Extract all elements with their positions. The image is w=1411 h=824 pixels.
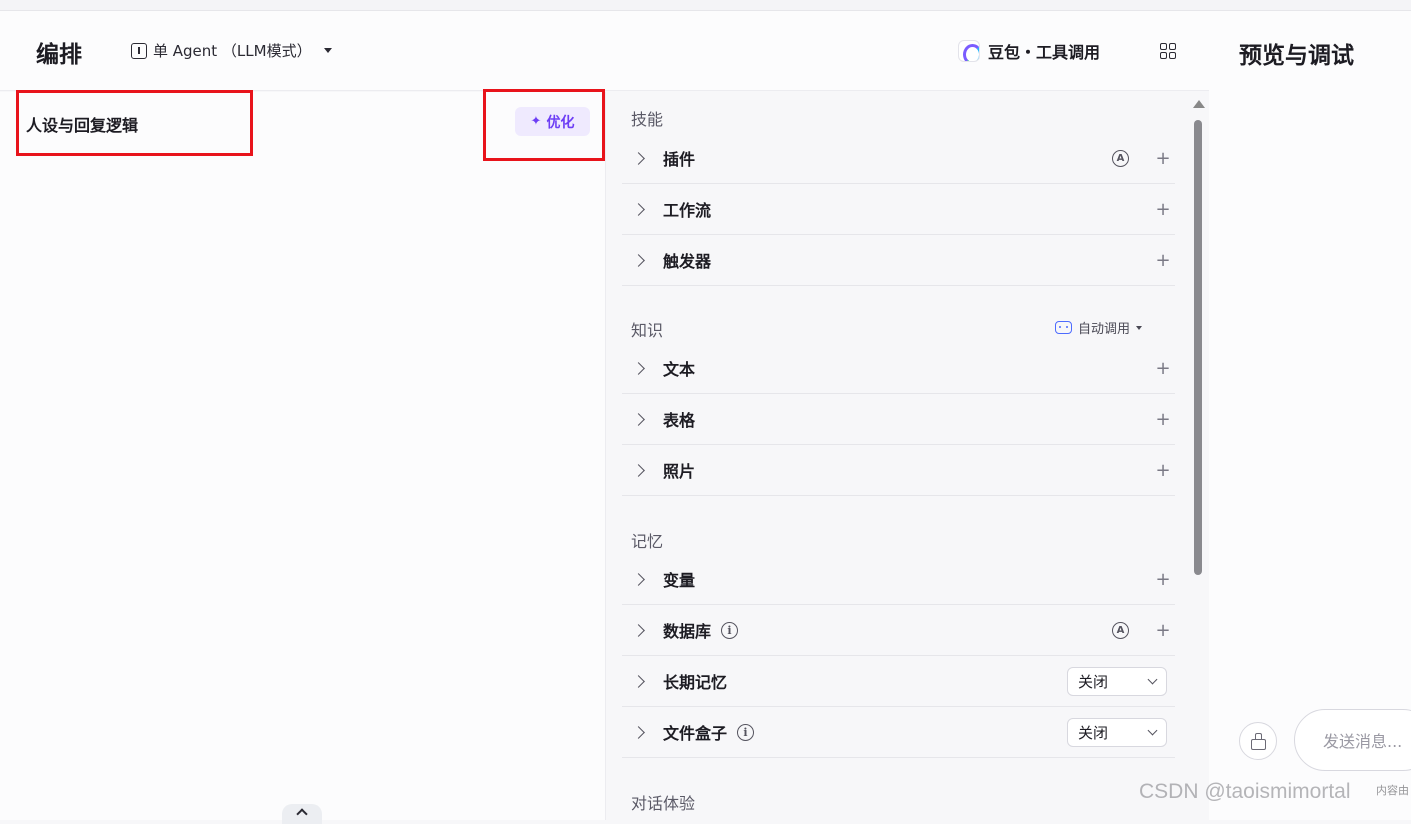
auto-call-label: 自动调用 (1078, 322, 1131, 337)
chevron-right-icon (632, 572, 645, 586)
clear-history-button[interactable] (1239, 722, 1277, 760)
scrollbar-thumb[interactable] (1194, 120, 1202, 575)
long-term-memory-select[interactable]: 关闭 (1067, 666, 1167, 696)
row-label: 照片 (663, 462, 696, 481)
chevron-right-icon (632, 361, 645, 375)
grid-cell-icon (1160, 52, 1167, 59)
row-label: 变量 (663, 571, 696, 590)
preview-title: 预览与调试 (1239, 43, 1354, 69)
chevron-right-icon (632, 674, 645, 688)
broom-icon (1250, 733, 1266, 750)
section-label-dialog: 对话体验 (631, 794, 696, 813)
row-label: 文本 (663, 360, 696, 379)
doubao-logo-icon (958, 40, 980, 62)
chevron-right-icon (632, 412, 645, 426)
watermark: CSDN @taoismimortal (1139, 780, 1351, 803)
grid-cell-icon (1169, 43, 1176, 50)
skill-row-plugin[interactable]: 插件 A + (622, 133, 1175, 184)
robot-icon (1055, 321, 1072, 334)
knowledge-row-photo[interactable]: 照片 + (622, 445, 1175, 496)
knowledge-row-table[interactable]: 表格 + (622, 394, 1175, 445)
memory-row-database[interactable]: 数据库 i A + (622, 605, 1175, 656)
add-photo-button[interactable]: + (1151, 460, 1175, 481)
row-label: 数据库 (663, 622, 712, 641)
knowledge-row-text[interactable]: 文本 + (622, 343, 1175, 394)
row-label: 工作流 (663, 201, 712, 220)
file-box-select[interactable]: 关闭 (1067, 717, 1167, 747)
arrange-header: 编排 单 Agent （LLM模式） 豆包・工具调用 (0, 11, 1209, 91)
select-value: 关闭 (1078, 723, 1109, 742)
add-plugin-button[interactable]: + (1151, 148, 1175, 169)
persona-panel: 人设与回复逻辑 ✦ 优化 (0, 89, 606, 824)
add-workflow-button[interactable]: + (1151, 199, 1175, 220)
auto-badge-icon: A (1112, 149, 1129, 167)
add-table-button[interactable]: + (1151, 409, 1175, 430)
model-label: 豆包・工具调用 (988, 43, 1101, 62)
highlight-box-optimize (483, 89, 605, 161)
model-select[interactable]: 豆包・工具调用 (958, 39, 1100, 63)
chevron-right-icon (632, 725, 645, 739)
top-strip (0, 0, 1411, 11)
info-icon[interactable]: i (737, 723, 755, 741)
apps-grid-button[interactable] (1160, 43, 1176, 59)
skill-row-workflow[interactable]: 工作流 + (622, 184, 1175, 235)
caret-down-icon (1136, 325, 1143, 330)
content-note: 内容由 (1376, 784, 1409, 797)
highlight-box-persona (16, 90, 253, 156)
message-input[interactable]: 发送消息... (1294, 709, 1411, 771)
skill-row-trigger[interactable]: 触发器 + (622, 235, 1175, 286)
select-value: 关闭 (1078, 672, 1109, 691)
skills-panel: 技能 插件 A + 工作流 + 触发器 + 知识 自动调用 文本 + 表格 + … (606, 92, 1209, 820)
chevron-right-icon (632, 202, 645, 216)
auto-badge-icon: A (1112, 621, 1129, 639)
chevron-up-icon (296, 808, 308, 820)
scrollbar[interactable] (1192, 100, 1205, 820)
memory-row-long-term[interactable]: 长期记忆 关闭 (622, 656, 1175, 707)
agent-mode-select[interactable]: 单 Agent （LLM模式） (131, 40, 332, 61)
preview-panel: 预览与调试 (1209, 11, 1411, 820)
row-label: 表格 (663, 411, 696, 430)
add-database-button[interactable]: + (1151, 620, 1175, 641)
section-label-knowledge: 知识 (631, 321, 664, 340)
page-title: 编排 (36, 42, 82, 68)
add-text-button[interactable]: + (1151, 358, 1175, 379)
scroll-up-arrow-icon[interactable] (1193, 100, 1205, 108)
chevron-right-icon (632, 151, 645, 165)
add-variable-button[interactable]: + (1151, 569, 1175, 590)
collapse-button[interactable] (282, 804, 322, 824)
caret-down-icon (323, 48, 332, 53)
row-label: 长期记忆 (663, 673, 728, 692)
memory-row-variable[interactable]: 变量 + (622, 554, 1175, 605)
row-label: 触发器 (663, 252, 712, 271)
grid-cell-icon (1160, 43, 1167, 50)
add-trigger-button[interactable]: + (1151, 250, 1175, 271)
auto-call-select[interactable]: 自动调用 (1055, 318, 1143, 337)
row-label: 文件盒子 (663, 724, 728, 743)
chevron-down-icon (1147, 725, 1158, 735)
agent-mode-label: 单 Agent （LLM模式） (153, 42, 312, 60)
info-icon[interactable]: i (721, 621, 739, 639)
chat-input-area: 发送消息... (1209, 700, 1411, 790)
memory-row-file-box[interactable]: 文件盒子 i 关闭 (622, 707, 1175, 758)
chevron-right-icon (632, 253, 645, 267)
grid-cell-icon (1169, 52, 1176, 59)
agent-mode-icon (131, 42, 147, 59)
chevron-right-icon (632, 623, 645, 637)
section-label-memory: 记忆 (631, 532, 664, 551)
chevron-right-icon (632, 463, 645, 477)
row-label: 插件 (663, 150, 696, 169)
section-label-skills: 技能 (631, 110, 664, 129)
chevron-down-icon (1147, 674, 1158, 684)
